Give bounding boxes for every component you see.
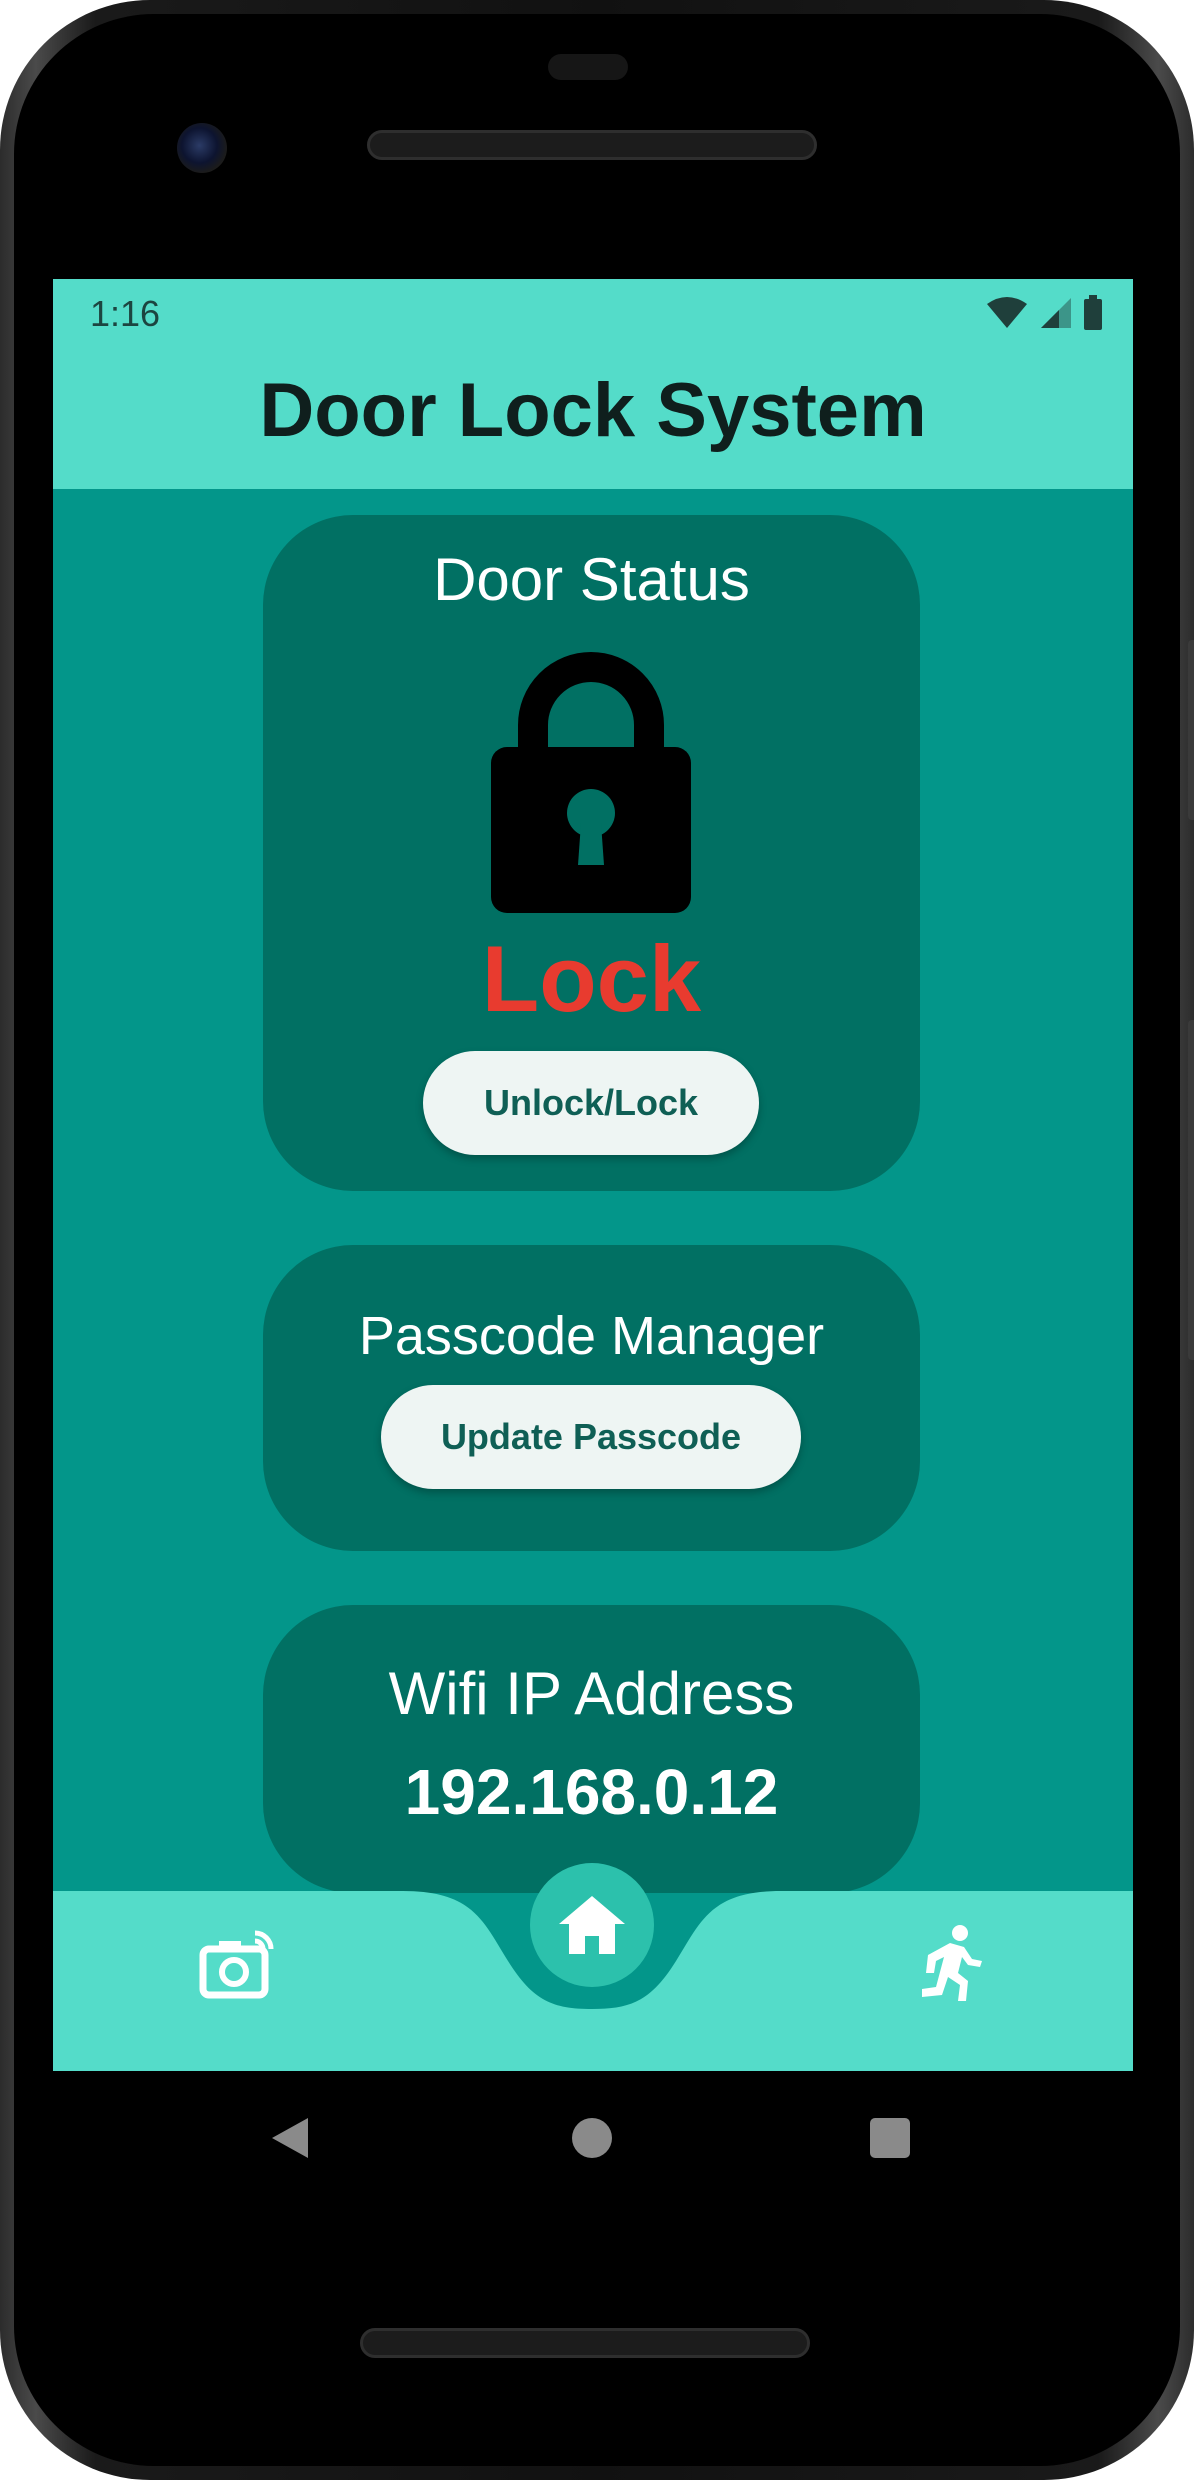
- passcode-manager-title: Passcode Manager: [358, 1306, 825, 1366]
- nav-camera-button[interactable]: [197, 1927, 277, 2007]
- nav-home-button[interactable]: [530, 1863, 654, 1987]
- ip-address-value: 192.168.0.12: [404, 1756, 779, 1828]
- battery-icon: [1084, 295, 1102, 330]
- wifi-ip-card: Wifi IP Address 192.168.0.12: [263, 1605, 920, 1893]
- status-icons: [985, 293, 1103, 333]
- bottom-navigation: [53, 1863, 1133, 2071]
- nav-exit-button[interactable]: [910, 1923, 990, 2007]
- top-speaker-grille: [367, 130, 817, 160]
- update-passcode-button[interactable]: Update Passcode: [381, 1385, 801, 1489]
- power-button: [1188, 1020, 1194, 1360]
- back-icon[interactable]: [270, 2116, 310, 2160]
- cellular-signal-icon: [1041, 298, 1071, 328]
- recent-apps-button[interactable]: [870, 2118, 910, 2158]
- lock-icon: [491, 652, 691, 913]
- home-icon: [559, 1896, 625, 1954]
- door-status-card: Door Status Lock Unlock/Lock: [263, 515, 920, 1191]
- exit-run-icon: [922, 1925, 982, 2001]
- door-status-title: Door Status: [433, 546, 750, 613]
- system-home-button[interactable]: [572, 2118, 612, 2158]
- wifi-icon: [987, 297, 1027, 328]
- bottom-speaker-grille: [360, 2328, 810, 2358]
- app-screen: 1:16 Door Lock System Door Status Lock U…: [53, 279, 1133, 2071]
- earpiece: [548, 54, 628, 80]
- phone-frame: 1:16 Door Lock System Door Status Lock U…: [0, 0, 1194, 2480]
- status-time: 1:16: [90, 293, 161, 334]
- passcode-manager-card: Passcode Manager Update Passcode: [263, 1245, 920, 1551]
- volume-button: [1188, 640, 1194, 820]
- unlock-lock-button[interactable]: Unlock/Lock: [423, 1051, 759, 1155]
- door-state-text: Lock: [481, 926, 702, 1031]
- page-title: Door Lock System: [259, 368, 927, 453]
- camera-icon: [199, 1930, 274, 1999]
- wifi-ip-title: Wifi IP Address: [388, 1660, 795, 1727]
- app-header: 1:16 Door Lock System: [53, 279, 1133, 489]
- front-camera: [177, 123, 227, 173]
